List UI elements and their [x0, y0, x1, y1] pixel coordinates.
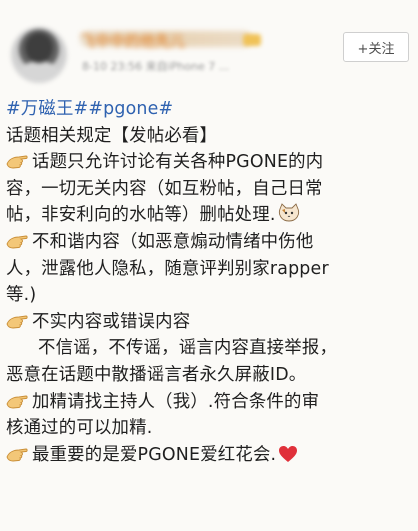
rule-line: 加精请找主持人（我）.符合条件的审: [6, 389, 414, 416]
cat-face-icon: [278, 203, 299, 222]
rule-line: 不实内容或错误内容: [6, 309, 414, 336]
rule-line: 核通过的可以加精.: [6, 418, 153, 439]
pointing-hand-icon: [6, 315, 28, 329]
rule-line: 话题只允许讨论有关各种PGONE的内: [6, 149, 414, 176]
rule-line: 不信谣，不传谣，谣言内容直接举报，: [38, 338, 338, 359]
pointing-hand-icon: [6, 448, 28, 462]
topic-tags[interactable]: #万磁王##pgone#: [6, 96, 414, 123]
avatar[interactable]: [11, 27, 67, 83]
rule-line: 等.): [6, 285, 37, 306]
rule-line: 容，一切无关内容（如互粉帖，自己日常: [6, 178, 323, 199]
rule-text: 不实内容或错误内容: [32, 311, 191, 332]
rule-text: 帖，非安利向的水帖等）删帖处理.: [6, 205, 276, 226]
rule-line: 帖，非安利向的水帖等）删帖处理.: [6, 202, 414, 229]
pointing-hand-icon: [6, 395, 28, 408]
pointing-hand-icon: [6, 235, 28, 249]
member-badge-icon: [243, 34, 261, 46]
post-content: #万磁王##pgone# 话题相关规定【发帖必看】 话题只允许讨论有关各种PGO…: [6, 96, 414, 468]
avatar-head-shape: [25, 33, 53, 63]
rule-line: 不和谐内容（如恶意煽动情绪中伤他: [6, 229, 414, 256]
rule-line: 人，泄露他人隐私，随意评判别家rapper: [6, 258, 329, 279]
rule-line: 最重要的是爱PGONE爱红花会.: [6, 442, 414, 469]
weibo-post: 飞中中的他先儿 8-10 23:56 来自iPhone 7 ... +关注 #万…: [0, 0, 418, 531]
red-heart-icon: [279, 445, 298, 462]
avatar-body-shape: [17, 61, 61, 83]
rules-title: 话题相关规定【发帖必看】: [6, 125, 218, 146]
post-meta: 8-10 23:56 来自iPhone 7 ...: [82, 60, 230, 73]
username[interactable]: 飞中中的他先儿: [80, 30, 185, 50]
follow-button[interactable]: +关注: [343, 32, 409, 62]
pointing-hand-icon: [6, 155, 28, 169]
rule-text: 加精请找主持人（我）.符合条件的审: [32, 391, 320, 412]
rule-text: 不和谐内容（如恶意煽动情绪中伤他: [32, 231, 314, 252]
rule-line: 恶意在话题中散播谣言者永久屏蔽ID。: [6, 364, 307, 385]
rule-text: 最重要的是爱PGONE爱红花会.: [32, 444, 277, 465]
rule-text: 话题只允许讨论有关各种PGONE的内: [32, 152, 324, 173]
